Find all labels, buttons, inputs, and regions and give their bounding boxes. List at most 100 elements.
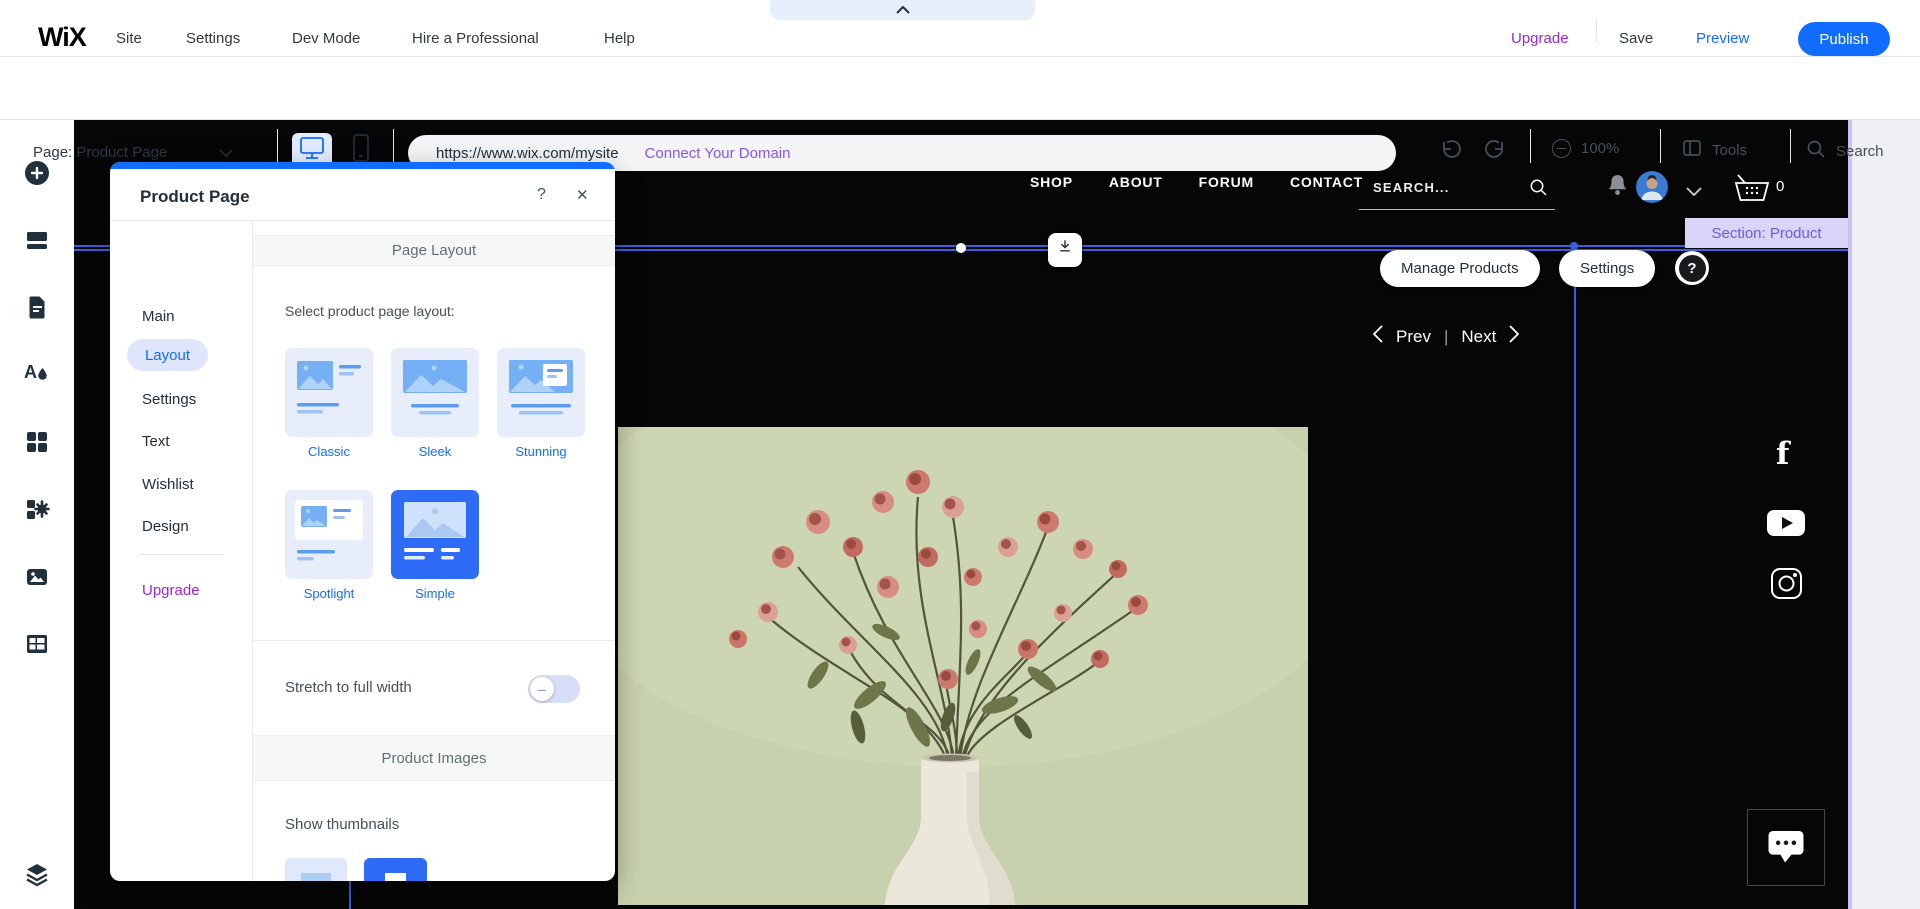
pages-icon[interactable] [24,294,50,320]
layout-option-classic[interactable] [285,348,373,437]
next-link[interactable]: Next [1461,327,1496,347]
panel-content: Page Layout Select product page layout: … [253,220,615,881]
arrow-down-to-line-icon [1053,236,1077,265]
panel-upgrade-link[interactable]: Upgrade [142,582,200,599]
site-design-icon[interactable]: A [24,359,50,385]
divider [253,640,615,641]
layout-option-label[interactable]: Classic [285,444,373,459]
thumbnails-option-on[interactable] [364,858,427,881]
menu-settings[interactable]: Settings [186,30,240,47]
page-selector[interactable]: Page: Product Page [33,144,233,161]
editor-sidebar: A [0,120,74,909]
wix-logo[interactable]: WiX [38,22,86,53]
site-nav-forum[interactable]: FORUM [1199,174,1254,190]
layout-option-label[interactable]: Spotlight [285,586,373,601]
panel-tab-settings[interactable]: Settings [142,391,196,408]
section-label-badge[interactable]: Section: Product [1685,218,1848,248]
layout-option-simple[interactable] [391,490,479,579]
site-nav-about[interactable]: ABOUT [1109,174,1163,190]
site-nav-shop[interactable]: SHOP [1030,174,1073,190]
stretch-toggle[interactable]: – [528,675,580,703]
member-avatar[interactable] [1636,171,1668,203]
menu-help[interactable]: Help [604,30,635,47]
tools-button[interactable]: Tools [1682,139,1747,161]
site-navigation: SHOP ABOUT FORUM CONTACT [1030,174,1363,190]
notifications-bell-icon[interactable] [1606,173,1629,203]
editor-toolbar: Page: Product Page https://www.wix.com/m… [0,57,1920,120]
mobile-view-button[interactable] [347,135,375,165]
facebook-icon[interactable]: f [1776,436,1789,472]
select-layout-label: Select product page layout: [285,303,455,319]
page-selector-label: Page: Product Page [33,144,167,161]
layers-icon[interactable] [24,861,50,887]
product-images-header: Product Images [253,735,615,781]
zoom-level: 100% [1581,140,1619,157]
prev-link[interactable]: Prev [1396,327,1431,347]
chat-widget-button[interactable] [1760,821,1812,873]
sections-icon[interactable] [24,227,50,253]
zoom-control[interactable]: 100% [1552,139,1619,158]
media-icon[interactable] [24,564,50,590]
panel-tab-text[interactable]: Text [142,433,170,450]
section-settings-button[interactable]: Settings [1559,250,1655,287]
chevron-right-icon[interactable] [1509,325,1519,348]
divider [277,129,278,163]
stretch-to-full-width-label: Stretch to full width [285,679,412,696]
menu-hire-a-professional[interactable]: Hire a Professional [412,30,539,47]
panel-tab-design[interactable]: Design [142,518,189,535]
section-resize-handle[interactable] [956,243,966,253]
preview-button[interactable]: Preview [1696,30,1749,47]
menu-dev-mode[interactable]: Dev Mode [292,30,360,47]
manage-products-button[interactable]: Manage Products [1380,250,1540,287]
add-elements-icon[interactable] [24,160,50,186]
chevron-down-icon[interactable] [1686,183,1702,201]
menu-site[interactable]: Site [116,30,142,47]
editor-search-button[interactable]: Search [1806,139,1884,163]
site-nav-contact[interactable]: CONTACT [1290,174,1363,190]
cart-icon[interactable] [1730,171,1772,210]
my-business-icon[interactable] [24,496,50,522]
thumbnails-option-off[interactable] [285,858,347,881]
close-icon[interactable]: ✕ [576,186,589,204]
layout-option-label[interactable]: Simple [391,586,479,601]
search-label: Search [1836,143,1884,160]
undo-button[interactable] [1440,139,1462,164]
panel-tab-layout[interactable]: Layout [127,339,208,371]
chevron-left-icon[interactable] [1373,325,1383,348]
instagram-icon[interactable] [1770,567,1803,605]
youtube-icon[interactable] [1766,509,1806,542]
cart-count[interactable]: 0 [1776,178,1784,195]
tools-label: Tools [1712,142,1747,159]
panel-help-icon[interactable]: ? [537,186,546,204]
upgrade-link[interactable]: Upgrade [1511,30,1569,47]
save-button[interactable]: Save [1619,30,1653,47]
app-market-icon[interactable] [24,429,50,455]
add-section-button[interactable] [1048,233,1082,267]
layout-option-label[interactable]: Sleek [391,444,479,459]
content-manager-icon[interactable] [24,631,50,657]
layout-option-label[interactable]: Stunning [497,444,585,459]
search-icon[interactable] [1529,178,1549,203]
section-corner-handle[interactable] [1570,242,1578,250]
zoom-out-icon[interactable] [1552,139,1571,158]
connect-your-domain-link[interactable]: Connect Your Domain [645,145,791,162]
panel-tab-main[interactable]: Main [142,308,175,325]
question-mark-icon: ? [1679,255,1706,282]
chevron-down-icon [219,144,233,161]
panel-tab-wishlist[interactable]: Wishlist [142,476,194,493]
publish-button[interactable]: Publish [1798,22,1890,56]
layout-option-stunning[interactable] [497,348,585,437]
divider [393,129,394,163]
layout-option-spotlight[interactable] [285,490,373,579]
collapse-topbar-tab[interactable] [770,0,1035,20]
product-photo[interactable] [618,427,1308,905]
redo-button[interactable] [1484,139,1506,164]
thumbnail-glyph [301,873,331,881]
product-pagination: Prev | Next [1373,325,1519,348]
show-thumbnails-label: Show thumbnails [285,816,399,833]
layout-option-sleek[interactable] [391,348,479,437]
editor-gutter [1848,120,1920,909]
section-help-button[interactable]: ? [1675,251,1709,285]
site-search-field[interactable]: SEARCH... [1359,170,1555,210]
divider [1790,129,1791,163]
